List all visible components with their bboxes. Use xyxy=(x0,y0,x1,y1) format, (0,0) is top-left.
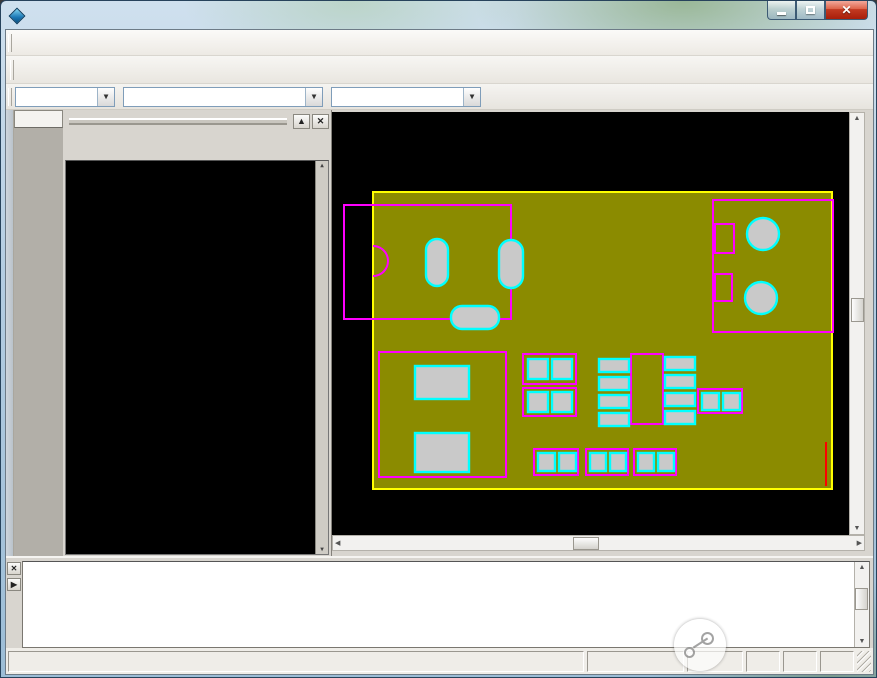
chevron-down-icon[interactable]: ▼ xyxy=(463,88,480,106)
num-lock-indicator xyxy=(783,651,817,672)
canvas-vscrollbar[interactable]: ▲ ▼ xyxy=(849,112,865,535)
layer-list: ▲ ▼ xyxy=(65,160,329,555)
status-bar xyxy=(6,648,873,674)
scroll-left-icon[interactable]: ◀ xyxy=(333,537,342,549)
cursor-coordinates xyxy=(587,651,684,672)
chevron-down-icon[interactable]: ▼ xyxy=(305,88,322,106)
close-icon: ✕ xyxy=(841,3,851,17)
log-scroll-thumb[interactable] xyxy=(855,588,868,610)
layers-panel-collapse-button[interactable]: ▲ xyxy=(293,114,310,129)
restore-icon xyxy=(806,6,815,14)
combo-toolbar: ▼ ▼ ▼ xyxy=(6,84,873,110)
layers-panel-slider[interactable] xyxy=(69,118,287,125)
canvas-hscrollbar[interactable]: ◀ ▶ xyxy=(332,535,865,551)
minimize-icon xyxy=(777,12,786,15)
active-layer-combo[interactable]: ▼ xyxy=(331,87,481,107)
combobar-grip[interactable] xyxy=(8,88,12,106)
canvas-area: ▲ ▼ ◀ ▶ xyxy=(332,110,873,556)
minimize-button[interactable] xyxy=(767,1,796,20)
scroll-up-icon[interactable]: ▲ xyxy=(320,162,324,169)
grid-combo[interactable]: ▼ xyxy=(15,87,115,107)
panel-splitter[interactable] xyxy=(6,110,14,556)
close-button[interactable]: ✕ xyxy=(825,1,868,20)
status-message xyxy=(8,651,584,672)
log-panel: ✕ ▶ ▲ ▼ xyxy=(6,556,873,648)
chevron-down-icon[interactable]: ▼ xyxy=(97,88,114,106)
scroll-up-icon[interactable]: ▲ xyxy=(857,562,868,573)
shortcut-bar xyxy=(6,110,63,556)
resize-grip[interactable] xyxy=(857,651,871,672)
scroll-down-icon[interactable]: ▼ xyxy=(320,546,324,553)
log-close-button[interactable]: ✕ xyxy=(7,562,21,575)
layer-list-scrollbar[interactable]: ▲ ▼ xyxy=(315,161,328,554)
restore-button[interactable] xyxy=(796,1,825,20)
dcode-combo[interactable]: ▼ xyxy=(123,87,323,107)
title-bar[interactable]: ✕ xyxy=(1,1,876,29)
scroll-down-icon[interactable]: ▼ xyxy=(852,523,863,534)
pcb-drawing xyxy=(332,112,849,535)
menu-bar xyxy=(6,30,873,56)
status-spacer xyxy=(687,651,743,672)
layers-panel: ▲ ✕ ▲ ▼ xyxy=(63,110,332,556)
scroll-down-icon[interactable]: ▼ xyxy=(857,636,868,647)
log-output[interactable]: ▲ ▼ xyxy=(22,561,870,648)
pcb-canvas[interactable] xyxy=(332,112,849,535)
main-toolbar xyxy=(6,56,873,84)
scroll-up-icon[interactable]: ▲ xyxy=(852,113,863,124)
app-window: ✕ ▼ ▼ ▼ xyxy=(0,0,877,678)
toolbar-grip[interactable] xyxy=(10,60,14,80)
scroll-lock-indicator xyxy=(820,651,854,672)
hscroll-thumb[interactable] xyxy=(573,537,599,550)
layers-panel-close-button[interactable]: ✕ xyxy=(312,114,329,129)
shortcuts-header[interactable] xyxy=(14,110,63,128)
log-expand-button[interactable]: ▶ xyxy=(7,578,21,591)
cam350-app-icon xyxy=(9,8,24,23)
menubar-grip[interactable] xyxy=(8,34,12,52)
caps-lock-indicator xyxy=(746,651,780,672)
scroll-right-icon[interactable]: ▶ xyxy=(855,537,864,549)
vscroll-thumb[interactable] xyxy=(851,298,864,322)
